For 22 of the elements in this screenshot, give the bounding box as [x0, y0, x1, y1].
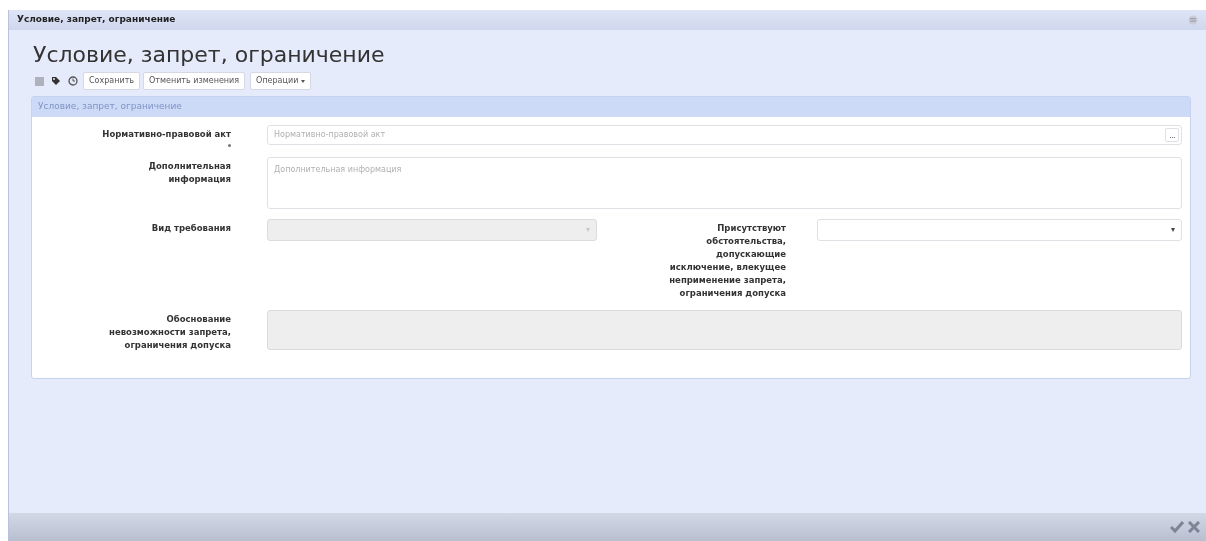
clock-icon[interactable] — [68, 76, 78, 86]
check-icon[interactable] — [1170, 521, 1184, 533]
close-icon[interactable] — [1188, 521, 1200, 533]
grid-icon[interactable] — [35, 76, 44, 86]
toolbar-button[interactable]: Отменить изменения — [143, 72, 246, 90]
text-area[interactable]: Дополнительная информация — [267, 157, 1182, 209]
tag-icon[interactable] — [51, 76, 61, 86]
menu-icon[interactable] — [1188, 15, 1198, 25]
field-label: Дополнительная информация — [147, 160, 231, 186]
caret-icon — [1171, 228, 1175, 232]
caret-icon — [586, 228, 590, 232]
dropdown-field[interactable] — [817, 219, 1182, 241]
toolbar-button[interactable]: Сохранить — [83, 72, 140, 90]
window-title: Условие, запрет, ограничение — [17, 13, 176, 27]
field-label: Присутствуют обстоятельства, допускающие исключение, влекущее неприменение запрета, ограничения допуска — [668, 222, 786, 300]
field-label: Нормативно-правовой акт — [102, 128, 231, 141]
field-label: Обоснование невозможности запрета, ограничения допуска — [108, 313, 231, 352]
page-heading: Условие, запрет, ограничение — [33, 42, 386, 68]
field-label: Вид требования — [151, 222, 231, 235]
panel-header: Условие, запрет, ограничение — [32, 97, 1190, 117]
more-icon[interactable] — [1165, 128, 1179, 142]
operations-menu-button[interactable]: Операции — [250, 72, 312, 90]
